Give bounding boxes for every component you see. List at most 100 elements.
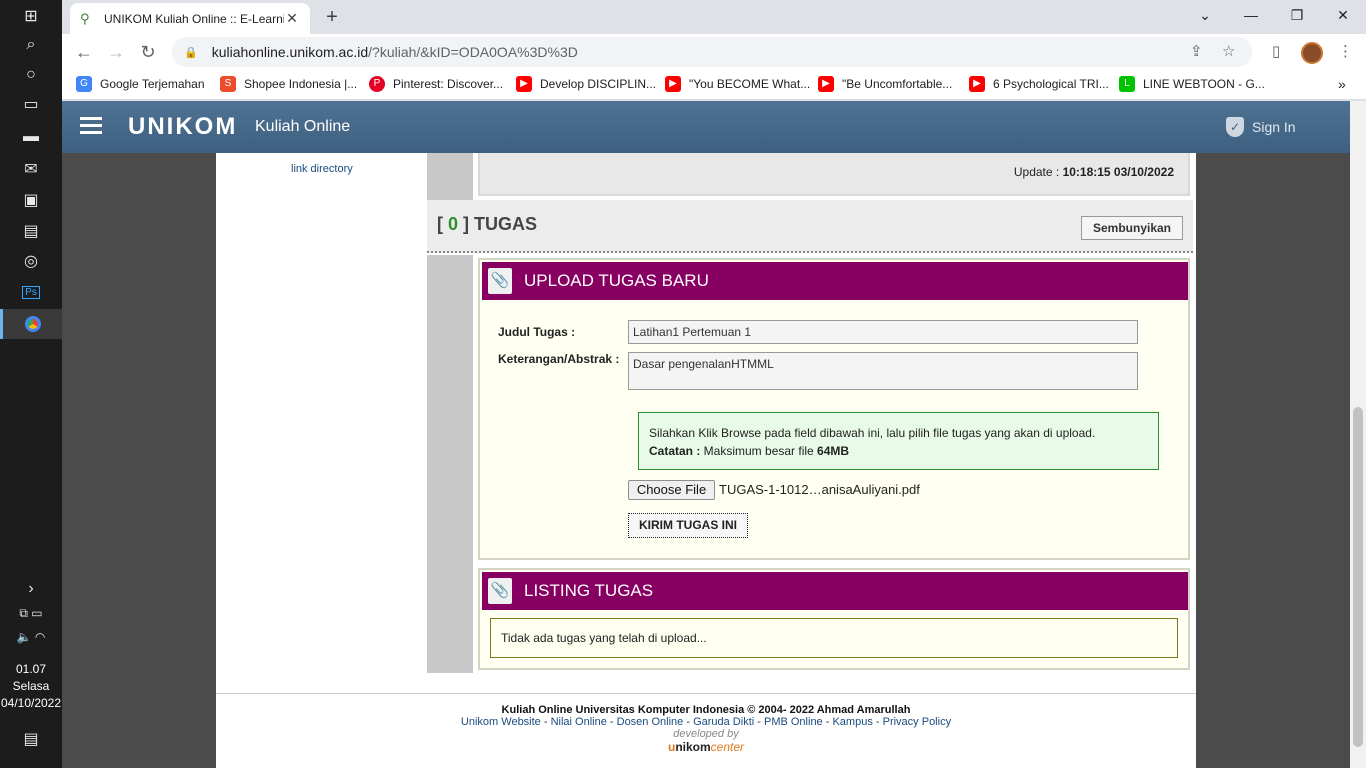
address-bar[interactable]: 🔒 kuliahonline.unikom.ac.id/?kuliah/&kID… <box>172 37 1252 67</box>
share-icon[interactable]: ⇪ <box>1190 37 1203 67</box>
footer-link[interactable]: Nilai Online <box>551 716 607 728</box>
site-subtitle: Kuliah Online <box>255 118 351 135</box>
mail-icon[interactable]: ✉ <box>0 154 62 184</box>
url-path: /?kuliah/&kID=ODA0OA%3D%3D <box>368 44 578 60</box>
clock-day[interactable]: Selasa <box>0 678 62 695</box>
bookmark-star-icon[interactable]: ☆ <box>1222 37 1235 67</box>
cortana-icon[interactable]: ○ <box>0 60 62 90</box>
webtoon-icon: L <box>1119 76 1135 92</box>
browser-tab[interactable]: ⚲ UNIKOM Kuliah Online :: E-Learning ✕ <box>70 3 310 34</box>
footer-link[interactable]: Garuda Dikti <box>693 716 754 728</box>
new-tab-button[interactable]: + <box>320 5 344 29</box>
bookmark-item[interactable]: ▶ Develop DISCIPLIN... <box>516 70 656 98</box>
page-scrollbar[interactable] <box>1350 101 1366 768</box>
google-translate-icon: G <box>76 76 92 92</box>
task-view-icon[interactable]: ▭ <box>0 89 62 119</box>
content-container: link directory Update : 10:18:15 03/10/2… <box>216 153 1196 768</box>
shield-icon: ✓ <box>1226 117 1244 137</box>
tab-strip: ⚲ UNIKOM Kuliah Online :: E-Learning ✕ +… <box>62 0 1366 34</box>
tugas-section-header: [ 0 ] TUGAS Sembunyikan <box>427 200 1193 253</box>
judul-label: Judul Tugas : <box>498 325 576 339</box>
update-info: Update : 10:18:15 03/10/2022 <box>1013 165 1174 179</box>
menu-kebab-icon[interactable]: ⋮ <box>1338 42 1353 60</box>
clock-time[interactable]: 01.07 <box>0 661 62 678</box>
unikomcenter-logo[interactable]: unikomcenter <box>216 740 1196 754</box>
footer-link[interactable]: PMB Online <box>764 716 823 728</box>
store-icon[interactable]: ▣ <box>0 185 62 215</box>
judul-input[interactable]: Latihan1 Pertemuan 1 <box>628 320 1138 344</box>
lock-icon[interactable]: 🔒 <box>184 46 198 59</box>
footer-link[interactable]: Privacy Policy <box>883 716 951 728</box>
site-logo[interactable]: UNIKOM <box>128 113 237 141</box>
back-icon[interactable]: ← <box>71 39 97 65</box>
footer-copyright: Kuliah Online Universitas Komputer Indon… <box>501 704 911 716</box>
left-gutter <box>427 255 473 673</box>
link-directory[interactable]: link directory <box>291 163 353 175</box>
close-tab-icon[interactable]: ✕ <box>284 10 300 27</box>
bookmark-item[interactable]: ▶ "You BECOME What... <box>665 70 810 98</box>
windows-start-icon[interactable]: ⊞ <box>0 1 62 31</box>
update-timestamp: 10:18:15 03/10/2022 <box>1062 165 1174 179</box>
bookmark-item[interactable]: ▶ 6 Psychological TRI... <box>969 70 1109 98</box>
notification-icon[interactable]: ▤ <box>0 724 62 754</box>
footer-link[interactable]: Kampus <box>832 716 872 728</box>
youtube-icon: ▶ <box>665 76 681 92</box>
keterangan-label: Keterangan/Abstrak : <box>498 352 620 366</box>
upload-panel-title: UPLOAD TUGAS BARU <box>524 271 709 290</box>
left-gutter <box>427 153 473 200</box>
choose-file-button[interactable]: Choose File <box>628 480 715 500</box>
volume-wifi-icons[interactable]: 🔈 ◠ <box>0 622 62 652</box>
bookmark-item[interactable]: P Pinterest: Discover... <box>369 70 503 98</box>
search-icon[interactable]: ⌕ <box>0 30 62 60</box>
tugas-count: 0 <box>448 214 459 234</box>
restore-icon[interactable]: ❐ <box>1274 0 1320 30</box>
submit-tugas-button[interactable]: KIRIM TUGAS INI <box>628 513 748 538</box>
upload-instruction: Silahkan Klik Browse pada field dibawah … <box>649 426 1096 440</box>
photoshop-icon[interactable]: Ps <box>0 277 62 307</box>
clock-date[interactable]: 04/10/2022 <box>0 695 62 712</box>
forward-icon[interactable]: → <box>103 39 129 65</box>
listing-panel: 📎 LISTING TUGAS Tidak ada tugas yang tel… <box>478 568 1190 670</box>
video-editor-icon[interactable]: ▤ <box>0 216 62 246</box>
paperclip-icon: 📎 <box>488 578 512 604</box>
file-explorer-icon[interactable]: ▬ <box>0 122 62 152</box>
shopee-icon: S <box>220 76 236 92</box>
bookmark-item[interactable]: S Shopee Indonesia |... <box>220 70 357 98</box>
url-host: kuliahonline.unikom.ac.id <box>211 44 369 60</box>
profile-avatar[interactable] <box>1301 42 1323 64</box>
upload-panel-header: 📎 UPLOAD TUGAS BARU <box>482 262 1188 300</box>
update-box: Update : 10:18:15 03/10/2022 <box>478 153 1190 196</box>
scrollbar-thumb[interactable] <box>1353 407 1363 747</box>
footer-link[interactable]: Unikom Website <box>461 716 541 728</box>
chrome-icon[interactable] <box>0 309 62 339</box>
bookmark-item[interactable]: L LINE WEBTOON - G... <box>1119 70 1265 98</box>
youtube-icon: ▶ <box>516 76 532 92</box>
listing-panel-title: LISTING TUGAS <box>524 581 654 600</box>
page-viewport: UNIKOM Kuliah Online ✓ Sign In link direc… <box>62 101 1366 768</box>
max-size: 64MB <box>817 444 850 458</box>
sign-in-link[interactable]: ✓ Sign In <box>1226 117 1296 137</box>
listing-panel-header: 📎 LISTING TUGAS <box>482 572 1188 610</box>
footer-link[interactable]: Dosen Online <box>617 716 684 728</box>
upload-info-box: Silahkan Klik Browse pada field dibawah … <box>638 412 1159 470</box>
bookmarks-more-icon[interactable]: » <box>1338 70 1346 98</box>
left-sidebar: link directory <box>216 153 427 693</box>
keterangan-textarea[interactable]: Dasar pengenalanHTMML <box>628 352 1138 390</box>
upload-panel: 📎 UPLOAD TUGAS BARU Judul Tugas : Latiha… <box>478 258 1190 560</box>
bookmark-item[interactable]: G Google Terjemahan <box>76 70 205 98</box>
close-window-icon[interactable]: ✕ <box>1320 0 1366 30</box>
tugas-title: [ 0 ] TUGAS <box>437 214 538 234</box>
listing-empty-message: Tidak ada tugas yang telah di upload... <box>490 618 1178 658</box>
side-panel-icon[interactable]: ▯ <box>1272 42 1280 60</box>
pinterest-icon: P <box>369 76 385 92</box>
tab-search-icon[interactable]: ⌄ <box>1182 0 1228 30</box>
menu-hamburger-icon[interactable] <box>80 117 102 135</box>
reload-icon[interactable]: ↻ <box>135 39 161 65</box>
browser-toolbar: ← → ↻ 🔒 kuliahonline.unikom.ac.id/?kulia… <box>62 34 1366 70</box>
media-player-icon[interactable]: ◎ <box>0 246 62 276</box>
selected-file-name: TUGAS-1-1012…anisaAuliyani.pdf <box>719 482 920 497</box>
minimize-icon[interactable]: — <box>1228 0 1274 30</box>
upload-note: Catatan : Maksimum besar file 64MB <box>649 444 850 458</box>
bookmark-item[interactable]: ▶ "Be Uncomfortable... <box>818 70 952 98</box>
hide-button[interactable]: Sembunyikan <box>1081 216 1183 240</box>
